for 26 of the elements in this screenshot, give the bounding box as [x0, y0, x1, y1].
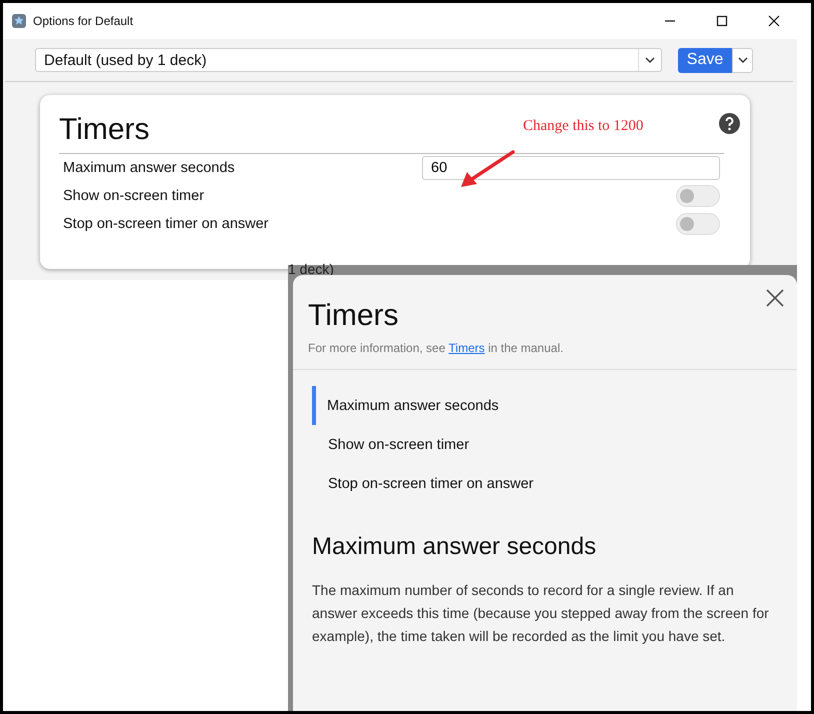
setting-label: Show on-screen timer — [63, 188, 204, 204]
topic-heading: Maximum answer seconds — [311, 532, 598, 561]
manual-link[interactable]: Timers — [448, 341, 485, 355]
help-topic[interactable]: Maximum answer seconds — [312, 386, 797, 425]
setting-label: Maximum answer seconds — [63, 160, 235, 176]
annotation-text: Change this to 1200 — [523, 118, 644, 135]
caret-icon — [738, 57, 748, 63]
help-icon[interactable] — [719, 113, 740, 134]
window-title: Options for Default — [33, 14, 134, 28]
save-menu-button[interactable] — [732, 48, 753, 72]
toggle-switch[interactable] — [676, 185, 720, 207]
toggle-switch[interactable] — [676, 213, 720, 235]
close-icon[interactable] — [766, 289, 784, 307]
caret-icon — [645, 57, 655, 63]
section-title: Timers — [59, 112, 150, 147]
preset-dropdown[interactable]: Default (used by 1 deck) — [35, 48, 662, 72]
topic-description: The maximum number of seconds to record for a single review. If an answer exceeds this time (because you stepped away from the screen for example), the time taken will be recorded as the limit you have set. — [311, 581, 770, 646]
setting-label: Stop on-screen timer on answer — [63, 216, 269, 232]
help-topic[interactable]: Show on-screen timer — [312, 425, 797, 464]
backdrop-text: 1 deck) — [288, 261, 334, 277]
save-button[interactable]: Save — [678, 48, 732, 72]
help-intro: For more information, see Timers in the manual. — [307, 340, 564, 357]
number-field[interactable]: 60 — [422, 156, 720, 180]
help-topic[interactable]: Stop on-screen timer on answer — [312, 464, 797, 503]
help-title: Timers — [308, 299, 399, 333]
app-icon — [11, 13, 27, 29]
